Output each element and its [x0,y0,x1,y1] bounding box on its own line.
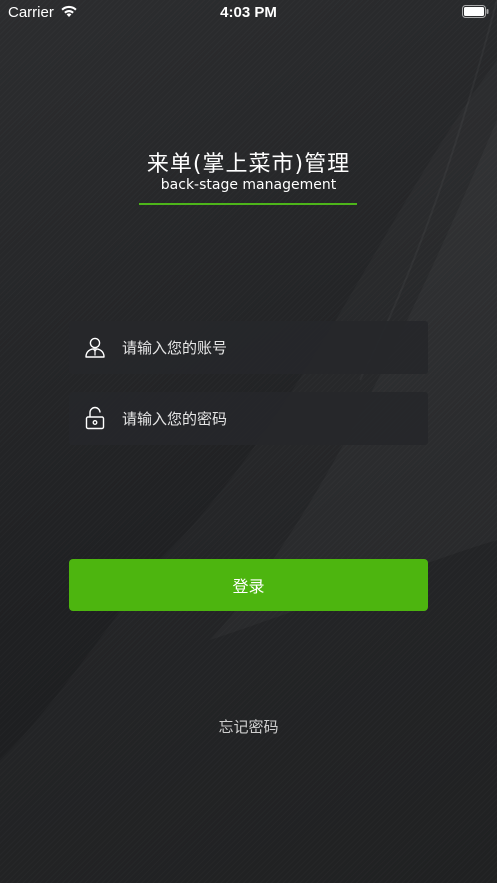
password-field[interactable] [69,392,428,445]
lock-icon [85,406,105,430]
login-screen: Carrier 4:03 PM 来单(掌上菜市)管理 back-stage ma… [0,0,497,883]
title-underline [139,203,357,205]
login-button[interactable]: 登录 [69,559,428,611]
status-time: 4:03 PM [220,4,277,21]
username-field[interactable] [69,321,428,374]
username-input[interactable] [122,321,418,374]
forgot-password-link[interactable]: 忘记密码 [0,716,497,737]
battery-icon [462,5,489,18]
user-icon [85,337,105,358]
status-bar: Carrier 4:03 PM [0,0,497,26]
app-title: 来单(掌上菜市)管理 [146,152,351,177]
password-input[interactable] [122,392,418,445]
app-subtitle: back-stage management [160,177,337,193]
